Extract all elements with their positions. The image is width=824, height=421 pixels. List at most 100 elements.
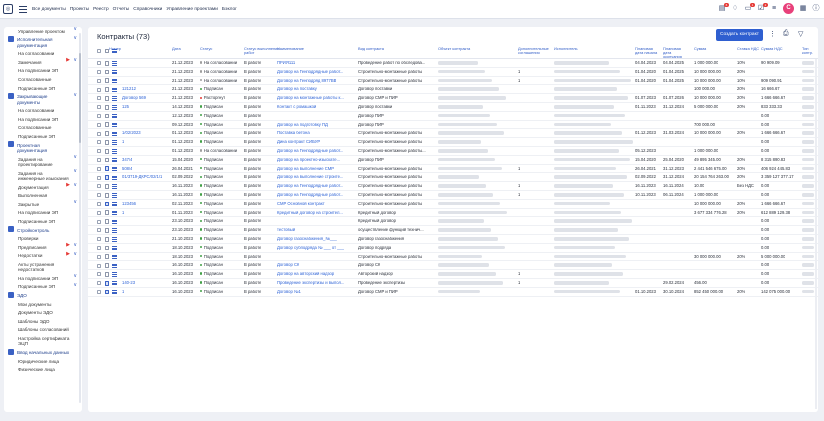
sidebar-item[interactable]: Настройка сертификата ЭЦП — [4, 334, 82, 348]
column-header[interactable]: Исполнитель — [554, 46, 578, 51]
table-row[interactable]: 23.10.2023 Подписан В работе Кредитный дого… — [88, 217, 818, 227]
sidebar-item[interactable]: Мои документы — [4, 300, 82, 309]
avatar[interactable]: С — [783, 3, 794, 14]
sidebar-item[interactable]: Проверки — [4, 235, 82, 244]
cell-num[interactable]: 1 — [122, 290, 124, 295]
list-icon[interactable] — [112, 87, 117, 92]
row-checkbox[interactable] — [97, 114, 101, 119]
cell-name[interactable]: Договор субподряда № ___ от ___ — [277, 246, 344, 251]
cell-num[interactable]: 1/02/2023 — [122, 131, 141, 136]
table-row[interactable]: 16.11.2023 Подписан В работе Договор на Ген… — [88, 182, 818, 191]
chevron-down-icon[interactable]: ∨ — [73, 199, 77, 205]
more-icon[interactable]: ⋮ — [769, 30, 776, 38]
sidebar-item[interactable]: Задания на инженерные изыскания ∨ — [4, 168, 82, 183]
file-icon[interactable] — [105, 245, 109, 251]
sidebar-item[interactable]: Подписанные ЭП — [4, 132, 82, 141]
chevron-down-icon[interactable]: ∨ — [73, 282, 77, 288]
chevron-down-icon[interactable]: ∨ — [73, 35, 77, 41]
sidebar-item[interactable]: Согласованные — [4, 124, 82, 133]
list-icon[interactable] — [112, 131, 117, 136]
print-icon[interactable]: ⎙ — [783, 30, 789, 38]
sidebar-item[interactable]: Подписанные ЭП — [4, 217, 82, 226]
file-icon[interactable] — [105, 113, 109, 119]
row-checkbox[interactable] — [97, 158, 101, 163]
sidebar-item[interactable]: Шаблоны ЭДО — [4, 317, 82, 326]
file-icon[interactable] — [105, 201, 109, 207]
nav-item[interactable]: Управление проектами — [166, 7, 218, 12]
file-icon[interactable] — [105, 78, 109, 84]
cell-name[interactable]: Договор №1 — [277, 290, 301, 295]
table-row[interactable]: 18.10.2023 Подписан В работе Строительно-мо… — [88, 253, 818, 262]
cell-num[interactable]: 347/4 — [122, 158, 132, 163]
table-row[interactable]: 23.10.2023 Подписан В работе тестовый осущес… — [88, 226, 818, 235]
row-checkbox[interactable] — [97, 78, 101, 83]
row-checkbox[interactable] — [97, 166, 101, 171]
sidebar-item[interactable]: Согласованные — [4, 75, 82, 84]
file-icon[interactable] — [105, 87, 109, 92]
cell-name[interactable]: Договор на Генподрядные работ... — [277, 193, 343, 198]
file-icon[interactable] — [105, 69, 109, 75]
menu-icon[interactable] — [19, 5, 27, 13]
bell-icon[interactable]: ♢ — [731, 5, 739, 13]
table-row[interactable]: 347/4 15.04.2020 Подписан В работе Договор н… — [88, 156, 818, 165]
file-icon[interactable] — [105, 192, 109, 198]
chevron-down-icon[interactable]: ∨ — [73, 182, 77, 188]
tasks-icon[interactable]: ☑ 2 — [757, 2, 768, 13]
cell-num[interactable]: 140-23 — [122, 281, 135, 286]
file-icon[interactable] — [105, 289, 109, 295]
chat-icon[interactable]: ▭ 1 — [744, 2, 755, 13]
cell-name[interactable]: Договор на Генподряд 8977ВВ — [277, 79, 336, 84]
table-row[interactable]: 1 16.10.2023 Подписан В работе Договор №1 Дог… — [88, 288, 818, 297]
cell-name[interactable]: ПРИЯ111 — [277, 61, 295, 66]
chevron-down-icon[interactable]: ∨ — [73, 27, 77, 32]
row-checkbox[interactable] — [97, 263, 101, 268]
list-icon[interactable] — [112, 219, 117, 224]
table-row[interactable]: 21.12.2023 На согласовании В работе ПРИЯ111… — [88, 59, 818, 68]
list-icon[interactable] — [112, 149, 117, 154]
cell-name[interactable]: Договор на Генподрядные работ... — [277, 184, 343, 189]
cell-name[interactable]: Договор на авторский надзор — [277, 272, 334, 277]
row-checkbox[interactable] — [97, 290, 101, 295]
list-icon[interactable] — [112, 289, 117, 294]
column-header[interactable]: Дата — [172, 46, 181, 51]
row-checkbox[interactable] — [97, 149, 101, 154]
row-checkbox[interactable] — [97, 184, 101, 189]
file-icon[interactable] — [105, 227, 109, 233]
cell-name[interactable]: Договор на Генподрядные работ... — [277, 149, 343, 154]
table-row[interactable]: 01.12.2023 На согласовании В работе Договор… — [88, 147, 818, 156]
chevron-down-icon[interactable]: ∨ — [73, 168, 77, 174]
nav-item[interactable]: Отчеты — [113, 7, 130, 12]
list-icon[interactable] — [112, 281, 117, 286]
file-icon[interactable] — [105, 263, 109, 268]
sidebar-item[interactable]: Подписанные ЭП ∨ — [4, 282, 82, 292]
table-scrollbar[interactable] — [815, 59, 817, 409]
help-icon[interactable]: ⓘ — [812, 5, 820, 13]
nav-item[interactable]: Проекты — [70, 7, 89, 12]
column-header[interactable]: Плановая дата начала — [635, 46, 661, 55]
list-icon[interactable] — [112, 263, 117, 268]
file-icon[interactable] — [105, 122, 109, 128]
file-icon[interactable] — [105, 254, 109, 260]
row-checkbox[interactable] — [97, 228, 101, 233]
file-icon[interactable] — [105, 157, 109, 163]
table-row[interactable]: 125 14.12.2023 Подписан В работе Контакт с р… — [88, 103, 818, 112]
file-icon[interactable] — [105, 271, 109, 277]
list-icon[interactable] — [112, 105, 117, 110]
create-contract-button[interactable]: Создать контракт — [716, 29, 763, 41]
cell-num[interactable]: 125 — [122, 105, 129, 110]
sidebar-item[interactable]: На подписании ЭП — [4, 67, 82, 76]
row-checkbox[interactable] — [97, 61, 101, 66]
cell-num[interactable]: 01/3719-ДКРС/02/1/1 — [122, 175, 162, 180]
list-icon[interactable] — [112, 78, 117, 83]
file-icon[interactable] — [105, 219, 109, 224]
column-header[interactable]: Наименование — [277, 46, 304, 51]
column-header[interactable]: Дополнительные соглашения — [518, 46, 552, 55]
calendar-icon[interactable]: ▦ — [799, 5, 807, 13]
column-header[interactable]: Вид контракта — [358, 46, 384, 51]
sidebar-item[interactable]: Выполненная — [4, 192, 82, 201]
sidebar-item[interactable]: Предписания ▶ ∨ — [4, 242, 82, 252]
column-header[interactable]: Статус — [200, 46, 212, 51]
cell-num[interactable]: 508/4 — [122, 167, 132, 172]
table-row[interactable]: 123456 02.11.2023 Подписан В работе СМР Осно… — [88, 200, 818, 209]
chevron-down-icon[interactable]: ∨ — [73, 57, 77, 63]
